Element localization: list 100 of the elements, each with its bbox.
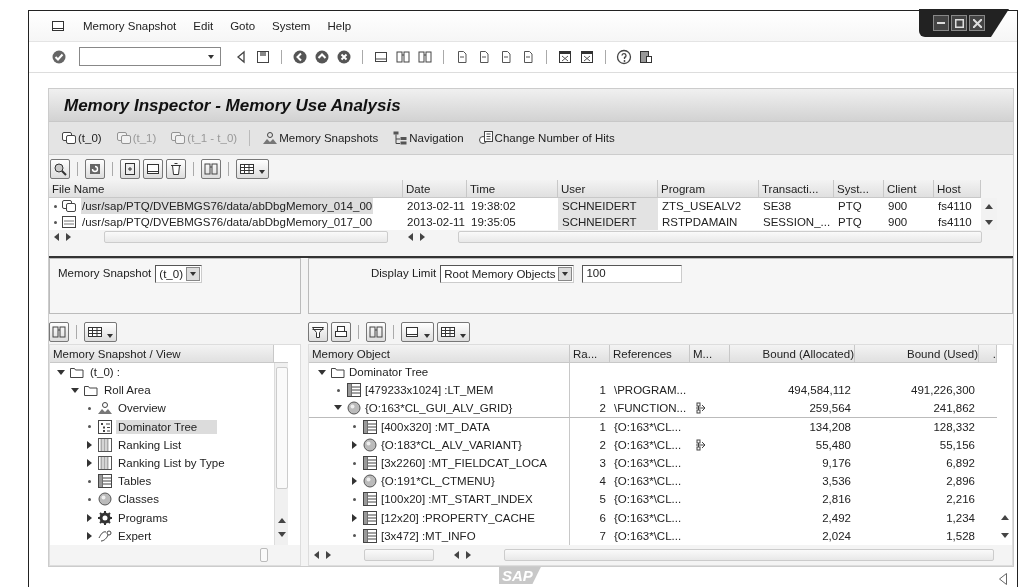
column-header[interactable]: Transacti... bbox=[759, 180, 834, 198]
scroll-left-icon[interactable] bbox=[454, 550, 459, 559]
column-header[interactable]: Bound (Allocated) bbox=[730, 345, 855, 363]
tree-item[interactable]: Ranking List by Type bbox=[116, 456, 227, 471]
scroll-down-icon[interactable] bbox=[985, 219, 993, 225]
scroll-thumb[interactable] bbox=[364, 548, 434, 561]
tree-item[interactable]: Ranking List bbox=[116, 437, 184, 452]
collapse-icon[interactable] bbox=[352, 440, 357, 449]
column-header[interactable]: Time bbox=[467, 180, 558, 198]
menu-item[interactable]: Edit bbox=[193, 20, 214, 32]
column-header[interactable]: Bound (Used) bbox=[855, 345, 979, 363]
tree-item[interactable]: Dominator Tree bbox=[116, 419, 218, 434]
menu-icon[interactable] bbox=[50, 18, 66, 34]
column-header[interactable]: Client bbox=[884, 180, 934, 198]
menu-item[interactable]: System bbox=[272, 20, 311, 32]
collapse-icon[interactable] bbox=[352, 513, 357, 522]
details-button[interactable] bbox=[50, 158, 70, 179]
save-icon[interactable] bbox=[255, 48, 271, 65]
tree-item[interactable]: (t_0) : bbox=[88, 365, 123, 380]
expand-icon[interactable] bbox=[334, 405, 342, 411]
refresh-button[interactable] bbox=[85, 158, 105, 179]
scroll-thumb[interactable] bbox=[104, 231, 388, 243]
scroll-up-icon[interactable] bbox=[985, 203, 993, 209]
tree-item[interactable]: {O:183*CL_ALV_VARIANT} bbox=[381, 435, 522, 454]
toolbar-button[interactable]: (t_0) bbox=[61, 129, 102, 146]
layout-icon[interactable] bbox=[638, 48, 654, 65]
tree-item[interactable]: Tables bbox=[116, 474, 154, 489]
tree-item[interactable]: Roll Area bbox=[102, 383, 153, 398]
check-icon[interactable] bbox=[51, 48, 67, 65]
menu-item[interactable]: Help bbox=[327, 20, 352, 32]
scroll-thumb[interactable] bbox=[260, 547, 268, 562]
scroll-left-icon[interactable] bbox=[408, 233, 413, 241]
column-header[interactable]: Memory Snapshot / View bbox=[50, 345, 274, 363]
scroll-left-icon[interactable] bbox=[54, 233, 59, 241]
scroll-up-icon[interactable] bbox=[1001, 515, 1009, 521]
expand-icon[interactable] bbox=[318, 369, 326, 375]
collapse-icon[interactable] bbox=[87, 440, 92, 449]
collapse-icon[interactable] bbox=[87, 459, 92, 468]
scroll-right-icon[interactable] bbox=[466, 550, 471, 559]
tree-item[interactable]: Classes bbox=[116, 492, 161, 507]
new-window-icon[interactable] bbox=[557, 48, 573, 65]
column-header[interactable]: . bbox=[979, 345, 997, 363]
tree-item[interactable]: [3x2260] :MT_FIELDCAT_LOCA bbox=[381, 453, 547, 473]
column-header[interactable]: References bbox=[610, 345, 690, 363]
tree-item[interactable]: Programs bbox=[116, 510, 170, 525]
collapse-icon[interactable] bbox=[352, 477, 357, 486]
tree-item[interactable]: [100x20] :MT_START_INDEX bbox=[381, 490, 533, 509]
maximize-button[interactable] bbox=[951, 15, 967, 31]
scroll-thumb[interactable] bbox=[504, 548, 994, 561]
table-cell[interactable]: /usr/sap/PTQ/DVEBMGS76/data/abDbgMemory_014_00 bbox=[81, 198, 374, 214]
layout-button[interactable] bbox=[84, 322, 117, 342]
tree-item[interactable]: {O:163*CL_GUI_ALV_GRID} bbox=[365, 398, 513, 418]
compare-button[interactable] bbox=[120, 158, 140, 179]
column-header[interactable]: M... bbox=[690, 345, 730, 363]
scroll-right-icon[interactable] bbox=[326, 550, 331, 559]
column-header[interactable]: Memory Object bbox=[309, 345, 570, 363]
column-header[interactable]: File Name bbox=[49, 180, 403, 198]
resize-handle-icon[interactable] bbox=[999, 572, 1007, 585]
cancel-icon[interactable] bbox=[336, 48, 352, 65]
column-header[interactable]: Ra... bbox=[570, 345, 610, 363]
display-limit-dropdown[interactable]: Root Memory Objects bbox=[440, 265, 575, 283]
layout-button[interactable] bbox=[437, 322, 470, 342]
filter-button[interactable] bbox=[308, 322, 328, 342]
expand-icon[interactable] bbox=[71, 387, 79, 393]
menu-item[interactable]: Memory Snapshot bbox=[83, 20, 177, 32]
back-icon[interactable] bbox=[292, 48, 308, 65]
scroll-down-icon[interactable] bbox=[1001, 533, 1009, 539]
scroll-down-icon[interactable] bbox=[277, 531, 286, 537]
close-button[interactable] bbox=[969, 15, 985, 31]
tree-item[interactable]: Dominator Tree bbox=[349, 363, 429, 382]
column-header[interactable]: Date bbox=[403, 180, 467, 198]
column-header[interactable]: Host bbox=[934, 180, 981, 198]
column-header[interactable]: Syst... bbox=[834, 180, 884, 198]
delete-button[interactable] bbox=[166, 158, 186, 179]
help-icon[interactable] bbox=[616, 48, 632, 65]
scroll-thumb[interactable] bbox=[458, 231, 982, 243]
column-header[interactable]: Program bbox=[658, 180, 759, 198]
expand-icon[interactable] bbox=[57, 369, 65, 375]
column-header[interactable]: User bbox=[558, 180, 658, 198]
tree-item[interactable]: [12x20] :PROPERTY_CACHE bbox=[381, 508, 535, 527]
up-icon[interactable] bbox=[314, 48, 330, 65]
minimize-button[interactable] bbox=[933, 15, 949, 31]
toolbar-button[interactable]: Navigation bbox=[392, 129, 464, 146]
scroll-right-icon[interactable] bbox=[420, 233, 425, 241]
snapshot-dropdown[interactable]: (t_0) bbox=[155, 265, 202, 283]
toolbar-button[interactable]: Change Number of Hits bbox=[477, 129, 615, 146]
tree-item[interactable]: Expert bbox=[116, 528, 154, 543]
tree-item[interactable]: [479233x1024] :LT_MEM bbox=[365, 381, 494, 400]
layout-button[interactable] bbox=[236, 158, 269, 179]
hits-input-field[interactable]: 100 bbox=[582, 265, 683, 283]
tree-item[interactable]: {O:191*CL_CTMENU} bbox=[381, 472, 495, 491]
scroll-up-icon[interactable] bbox=[277, 517, 286, 523]
tree-item[interactable]: [400x320] :MT_DATA bbox=[381, 417, 490, 436]
tree-item[interactable]: [3x472] :MT_INFO bbox=[381, 526, 476, 545]
menu-item[interactable]: Goto bbox=[230, 20, 256, 32]
scroll-right-icon[interactable] bbox=[66, 233, 71, 241]
shortcut-icon[interactable] bbox=[579, 48, 595, 65]
command-field[interactable] bbox=[79, 47, 221, 66]
export-button[interactable] bbox=[401, 322, 434, 342]
tree-item[interactable]: Overview bbox=[116, 401, 168, 416]
